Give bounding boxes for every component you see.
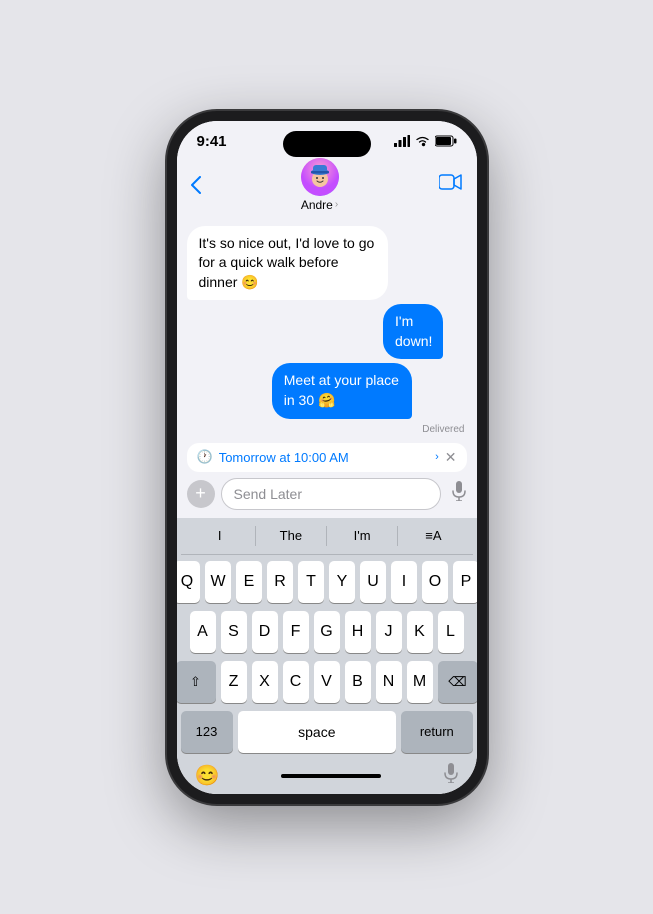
key-r[interactable]: R — [267, 561, 293, 603]
compose-area: 🕐 Tomorrow at 10:00 AM › ✕ + Send Later — [177, 437, 477, 518]
home-indicator — [281, 774, 381, 778]
key-d[interactable]: D — [252, 611, 278, 653]
key-m[interactable]: M — [407, 661, 433, 703]
input-placeholder: Send Later — [234, 486, 303, 502]
key-p[interactable]: P — [453, 561, 477, 603]
key-y[interactable]: Y — [329, 561, 355, 603]
numbers-key[interactable]: 123 — [181, 711, 233, 753]
keyboard-suggestions: I The I'm ≡A — [181, 526, 473, 555]
status-icons — [394, 135, 457, 147]
clock-icon: 🕐 — [197, 449, 213, 465]
avatar — [301, 158, 339, 196]
contact-info[interactable]: Andre › — [301, 158, 339, 212]
message-input[interactable]: Send Later — [221, 478, 441, 510]
keyboard-row-4: 123 space return — [181, 711, 473, 753]
emoji-key[interactable]: 😊 — [195, 763, 220, 788]
contact-name: Andre › — [301, 198, 338, 212]
key-z[interactable]: Z — [221, 661, 247, 703]
keyboard: I The I'm ≡A Q W E R T Y U I O P — [177, 518, 477, 794]
send-later-pill[interactable]: 🕐 Tomorrow at 10:00 AM › ✕ — [187, 443, 467, 472]
key-f[interactable]: F — [283, 611, 309, 653]
message-outgoing-1: I'm down! — [383, 304, 443, 359]
message-incoming-1: It's so nice out, I'd love to go for a q… — [187, 226, 389, 301]
dynamic-island — [283, 131, 371, 157]
key-s[interactable]: S — [221, 611, 247, 653]
key-k[interactable]: K — [407, 611, 433, 653]
keyboard-bottom-bar: 😊 — [181, 759, 473, 790]
key-b[interactable]: B — [345, 661, 371, 703]
input-row: + Send Later — [187, 478, 467, 510]
keyboard-row-3: ⇧ Z X C V B N M ⌫ — [181, 661, 473, 703]
return-key[interactable]: return — [401, 711, 472, 753]
keyboard-row-1: Q W E R T Y U I O P — [181, 561, 473, 603]
keyboard-row-2: A S D F G H J K L — [181, 611, 473, 653]
nav-bar: Andre › — [177, 154, 477, 218]
space-key[interactable]: space — [238, 711, 397, 753]
signal-icon — [394, 135, 410, 147]
key-x[interactable]: X — [252, 661, 278, 703]
delete-key[interactable]: ⌫ — [438, 661, 477, 703]
wifi-icon — [415, 135, 430, 147]
key-t[interactable]: T — [298, 561, 324, 603]
key-h[interactable]: H — [345, 611, 371, 653]
back-button[interactable] — [191, 176, 201, 194]
key-o[interactable]: O — [422, 561, 448, 603]
send-later-pill-text: Tomorrow at 10:00 AM — [219, 450, 429, 465]
key-c[interactable]: C — [283, 661, 309, 703]
key-n[interactable]: N — [376, 661, 402, 703]
keyboard-mic-button[interactable] — [443, 763, 459, 788]
video-call-button[interactable] — [439, 173, 463, 197]
key-g[interactable]: G — [314, 611, 340, 653]
key-j[interactable]: J — [376, 611, 402, 653]
contact-avatar — [301, 158, 339, 196]
key-w[interactable]: W — [205, 561, 231, 603]
status-time: 9:41 — [197, 133, 227, 150]
key-q[interactable]: Q — [177, 561, 201, 603]
message-outgoing-2: Meet at your place in 30 🤗 — [272, 363, 412, 418]
key-l[interactable]: L — [438, 611, 464, 653]
key-i[interactable]: I — [391, 561, 417, 603]
suggestion-menu[interactable]: ≡A — [398, 528, 468, 543]
key-e[interactable]: E — [236, 561, 262, 603]
key-a[interactable]: A — [190, 611, 216, 653]
add-attachment-button[interactable]: + — [187, 480, 215, 508]
mic-button[interactable] — [451, 481, 467, 506]
suggestion-im[interactable]: I'm — [327, 528, 397, 543]
key-v[interactable]: V — [314, 661, 340, 703]
close-send-later-button[interactable]: ✕ — [445, 449, 457, 466]
chevron-right-icon: › — [335, 199, 338, 210]
messages-area: It's so nice out, I'd love to go for a q… — [177, 218, 477, 437]
send-later-chevron-icon: › — [435, 451, 439, 463]
suggestion-i[interactable]: I — [185, 528, 255, 543]
battery-icon — [435, 135, 457, 147]
delivered-label: Delivered — [422, 424, 464, 435]
key-u[interactable]: U — [360, 561, 386, 603]
suggestion-the[interactable]: The — [256, 528, 326, 543]
shift-key[interactable]: ⇧ — [177, 661, 216, 703]
phone-frame: 9:41 — [167, 111, 487, 804]
